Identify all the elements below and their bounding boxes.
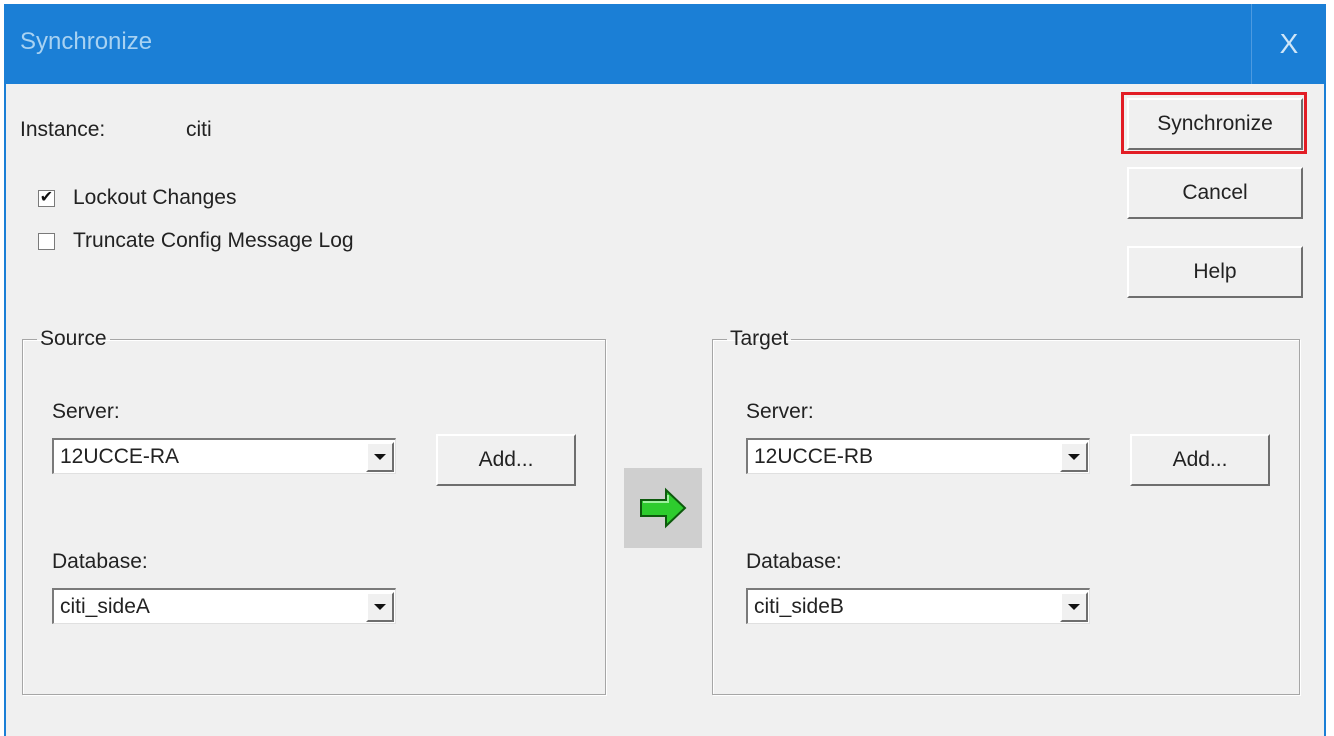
- target-group: Target: [712, 327, 1300, 695]
- source-group: Source: [22, 327, 606, 695]
- truncate-log-option[interactable]: Truncate Config Message Log: [38, 229, 354, 253]
- instance-value: citi: [186, 118, 212, 141]
- lockout-changes-option[interactable]: ✔ Lockout Changes: [38, 186, 236, 210]
- chevron-down-icon[interactable]: [366, 591, 394, 622]
- lockout-changes-label: Lockout Changes: [73, 186, 237, 209]
- truncate-log-checkbox[interactable]: [38, 232, 55, 250]
- close-icon: X: [1279, 28, 1299, 59]
- source-database-label: Database:: [52, 550, 148, 573]
- transfer-direction: [624, 468, 702, 548]
- source-add-button[interactable]: Add...: [436, 434, 576, 486]
- chevron-down-icon[interactable]: [366, 441, 394, 472]
- source-legend: Source: [40, 327, 107, 350]
- title-bar: Synchronize X: [4, 4, 1326, 84]
- cancel-button[interactable]: Cancel: [1127, 167, 1303, 219]
- instance-label: Instance:: [20, 118, 106, 141]
- window-title: Synchronize: [20, 28, 153, 55]
- source-server-value: 12UCCE-RA: [60, 444, 180, 468]
- chevron-down-icon[interactable]: [1060, 441, 1088, 472]
- close-button[interactable]: X: [1251, 4, 1326, 84]
- synchronize-highlight: [1121, 92, 1307, 154]
- target-add-button[interactable]: Add...: [1130, 434, 1270, 486]
- help-button[interactable]: Help: [1127, 246, 1303, 298]
- source-database-select[interactable]: citi_sideA: [52, 588, 396, 624]
- target-server-label: Server:: [746, 400, 814, 423]
- target-server-select[interactable]: 12UCCE-RB: [746, 438, 1090, 474]
- chevron-down-icon[interactable]: [1060, 591, 1088, 622]
- source-server-select[interactable]: 12UCCE-RA: [52, 438, 396, 474]
- target-database-value: citi_sideB: [754, 594, 844, 618]
- check-icon: ✔: [39, 189, 54, 206]
- lockout-changes-checkbox[interactable]: ✔: [38, 189, 55, 207]
- source-database-value: citi_sideA: [60, 594, 150, 618]
- source-server-label: Server:: [52, 400, 120, 423]
- truncate-log-label: Truncate Config Message Log: [73, 229, 354, 252]
- target-database-select[interactable]: citi_sideB: [746, 588, 1090, 624]
- target-legend: Target: [730, 327, 789, 350]
- target-database-label: Database:: [746, 550, 842, 573]
- green-arrow-right-icon: [640, 487, 687, 529]
- target-server-value: 12UCCE-RB: [754, 444, 874, 468]
